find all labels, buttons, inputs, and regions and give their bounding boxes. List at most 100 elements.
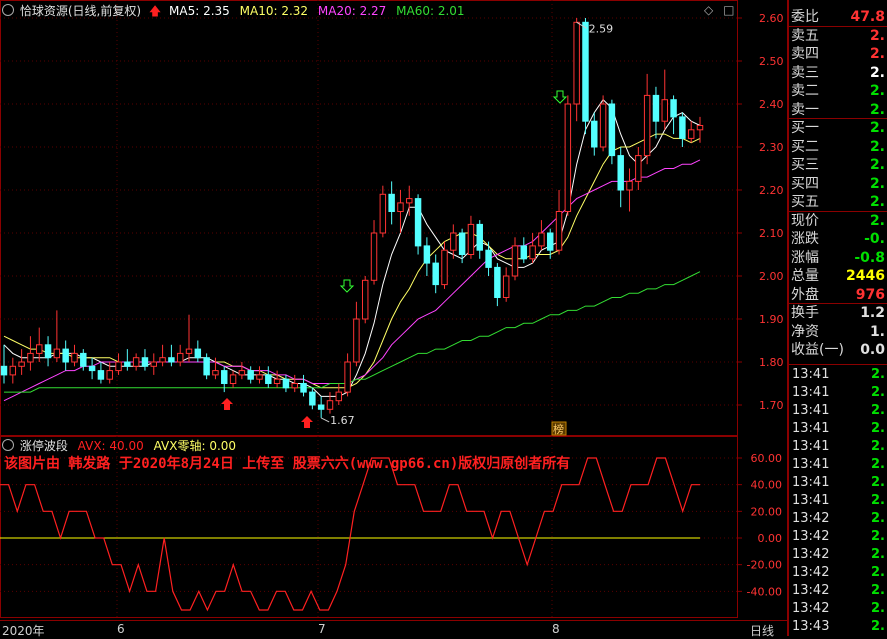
candle-body bbox=[476, 223, 483, 251]
tick-price: 2. bbox=[871, 384, 885, 400]
quote-label: 外盘 bbox=[791, 286, 819, 303]
candle bbox=[626, 168, 633, 212]
quote-row: 总量 2446 bbox=[789, 267, 887, 285]
tick-price: 2. bbox=[871, 528, 885, 544]
candle bbox=[229, 370, 237, 388]
quote-row: 换手 1.2 bbox=[789, 304, 887, 322]
buy-signal-icon bbox=[552, 90, 568, 104]
candle-body bbox=[414, 198, 422, 247]
low-marker bbox=[320, 417, 330, 423]
candle bbox=[18, 349, 25, 375]
watermark: 该图片由 韩发路 于2020年8月24日 上传至 股票六六(www.gp66.c… bbox=[4, 456, 571, 472]
ma-line-ma10 bbox=[3, 133, 701, 389]
quote-value: -0.8 bbox=[854, 249, 885, 266]
ma60-label: MA60: 2.01 bbox=[396, 4, 465, 18]
price-tick-label: 2.00 bbox=[759, 270, 784, 283]
quote-value: 2. bbox=[869, 64, 885, 81]
quote-label: 涨幅 bbox=[791, 249, 819, 266]
candle-body bbox=[361, 279, 369, 320]
candle-body bbox=[423, 245, 431, 264]
price-tick-label: 2.40 bbox=[759, 98, 784, 111]
tick-row: 13:42 2. bbox=[789, 546, 887, 564]
tick-price: 2. bbox=[871, 474, 885, 490]
candle bbox=[529, 233, 536, 264]
diamond-icon[interactable]: ◇ bbox=[704, 3, 713, 17]
period-label[interactable]: 日线 bbox=[750, 622, 774, 639]
candle bbox=[124, 349, 131, 371]
candle bbox=[44, 336, 52, 367]
tick-row: 13:41 2. bbox=[789, 456, 887, 474]
price-tick-label: 1.80 bbox=[759, 356, 784, 369]
tick-price: 2. bbox=[871, 510, 885, 526]
tick-row: 13:41 2. bbox=[789, 492, 887, 510]
tick-time: 13:41 bbox=[792, 492, 830, 508]
tick-row: 13:41 2. bbox=[789, 438, 887, 456]
quote-row: 涨幅 -0.8 bbox=[789, 249, 887, 267]
candle bbox=[370, 220, 378, 285]
tick-row: 13:41 2. bbox=[789, 384, 887, 402]
candle-body bbox=[44, 344, 52, 359]
candle bbox=[661, 69, 668, 130]
quote-value: 2. bbox=[869, 194, 885, 210]
tick-row: 13:42 2. bbox=[789, 600, 887, 618]
candle bbox=[317, 396, 325, 418]
candle-body bbox=[599, 103, 607, 148]
candle bbox=[300, 374, 307, 397]
candle-body bbox=[185, 348, 193, 354]
quote-value: 47.8 bbox=[850, 8, 885, 26]
square-icon[interactable]: □ bbox=[723, 3, 734, 17]
circle-menu-icon[interactable] bbox=[2, 4, 14, 16]
quote-label: 换手 bbox=[791, 305, 819, 321]
tick-price: 2. bbox=[871, 438, 885, 454]
candle bbox=[599, 95, 607, 152]
candle bbox=[353, 301, 360, 367]
candle-body bbox=[273, 378, 281, 385]
candle bbox=[502, 267, 510, 302]
candle-body bbox=[379, 193, 387, 234]
axis-label-month-7: 7 bbox=[318, 622, 326, 636]
indicator-tick-label: 60.00 bbox=[751, 452, 783, 465]
quote-label: 买二 bbox=[791, 138, 819, 155]
candle bbox=[679, 112, 686, 147]
quote-value: 2. bbox=[869, 101, 885, 118]
candle-body bbox=[450, 232, 457, 251]
candle-body bbox=[652, 94, 660, 122]
candle-body bbox=[176, 352, 184, 363]
candle-body bbox=[696, 125, 704, 131]
candle-body bbox=[617, 155, 624, 191]
avx-line bbox=[0, 457, 700, 612]
price-tick-label: 1.70 bbox=[759, 399, 784, 412]
axis-label-month-6: 6 bbox=[117, 622, 125, 636]
circle-menu-icon[interactable] bbox=[2, 439, 14, 451]
tick-time: 13:41 bbox=[792, 456, 830, 472]
tick-time: 13:42 bbox=[792, 510, 830, 526]
indicator-tick-label: -40.00 bbox=[747, 585, 782, 598]
candle-body bbox=[687, 129, 695, 139]
tick-price: 2. bbox=[871, 456, 885, 472]
red-up-arrow-icon: 🡅 bbox=[148, 4, 162, 18]
candle bbox=[203, 353, 210, 380]
price-chart[interactable]: 1.70 1.80 1.90 2.00 2.10 2.20 2.30 2.40 2.50 2.60… bbox=[0, 0, 787, 436]
candle-body bbox=[467, 223, 475, 255]
candle bbox=[388, 181, 395, 225]
candle bbox=[591, 112, 598, 156]
candle-body bbox=[564, 103, 572, 212]
quote-row: 委比 47.8 bbox=[789, 8, 887, 26]
candle bbox=[635, 147, 642, 190]
candle bbox=[97, 362, 105, 384]
candle-body bbox=[124, 361, 131, 367]
candle-body bbox=[53, 348, 61, 359]
candle-body bbox=[115, 361, 122, 372]
candle-body bbox=[97, 370, 105, 380]
time-axis: 2020年 6 7 8 日线 bbox=[0, 620, 787, 639]
candle bbox=[88, 357, 96, 380]
quote-row: 买一 2. bbox=[789, 119, 887, 137]
candle bbox=[476, 220, 483, 259]
tick-row: 13:42 2. bbox=[789, 528, 887, 546]
candle-body bbox=[397, 202, 404, 212]
quote-row: 涨跌 -0. bbox=[789, 230, 887, 248]
candle bbox=[53, 310, 61, 362]
quote-label: 买一 bbox=[791, 120, 819, 136]
candle bbox=[194, 340, 202, 362]
candle-body bbox=[71, 352, 78, 363]
